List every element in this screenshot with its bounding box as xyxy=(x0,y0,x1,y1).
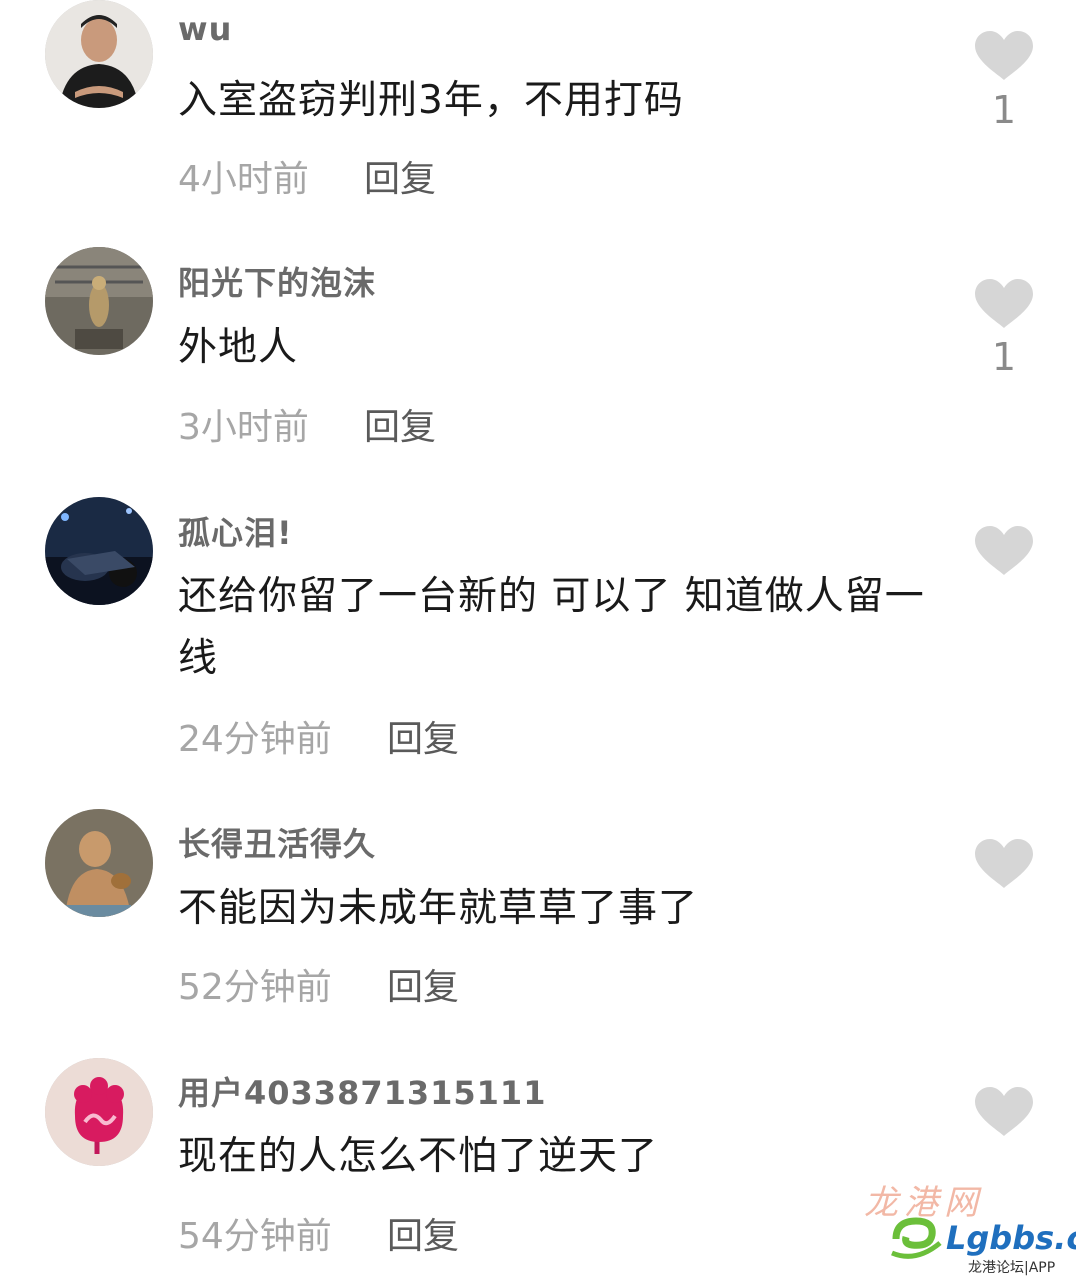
avatar[interactable] xyxy=(45,0,153,108)
like-count: 1 xyxy=(991,335,1017,379)
avatar[interactable] xyxy=(45,809,153,917)
watermark-subtitle: 龙港论坛|APP xyxy=(968,1260,1056,1276)
heart-icon xyxy=(975,31,1033,80)
username[interactable]: 孤心泪! xyxy=(178,508,293,554)
like-button[interactable] xyxy=(973,278,1035,330)
heart-icon xyxy=(975,279,1033,328)
comment-text: 还给你留了一台新的 可以了 知道做人留一线 xyxy=(178,574,925,681)
reply-button[interactable]: 回复 xyxy=(364,150,436,202)
comment-text: 外地人 xyxy=(178,325,299,370)
comment-text: 现在的人怎么不怕了逆天了 xyxy=(178,1134,659,1179)
like-count: 1 xyxy=(991,88,1017,132)
heart-icon xyxy=(975,526,1033,575)
comment-time: 4小时前 xyxy=(178,159,309,200)
watermark: 龙港网 Lgbbs.cn 龙港论坛|APP xyxy=(850,1175,1076,1279)
watermark-site: Lgbbs.cn xyxy=(946,1219,1076,1257)
comment-time: 24分钟前 xyxy=(178,719,332,760)
username[interactable]: 长得丑活得久 xyxy=(178,819,376,865)
username[interactable]: 用户4033871315111 xyxy=(178,1068,546,1114)
reply-button[interactable]: 回复 xyxy=(364,398,436,450)
heart-icon xyxy=(975,1087,1033,1136)
comment-text: 入室盗窃判刑3年，不用打码 xyxy=(178,78,684,123)
comment-text: 不能因为未成年就草草了事了 xyxy=(178,886,699,931)
like-button[interactable] xyxy=(973,1086,1035,1138)
like-button[interactable] xyxy=(973,30,1035,82)
like-button[interactable] xyxy=(973,525,1035,577)
comment-time: 52分钟前 xyxy=(178,967,332,1008)
reply-button[interactable]: 回复 xyxy=(387,710,459,762)
avatar[interactable] xyxy=(45,247,153,355)
username[interactable]: wu xyxy=(178,10,232,48)
reply-button[interactable]: 回复 xyxy=(387,958,459,1010)
avatar[interactable] xyxy=(45,1058,153,1166)
username[interactable]: 阳光下的泡沫 xyxy=(178,258,376,304)
comment-time: 3小时前 xyxy=(178,407,309,448)
heart-icon xyxy=(975,839,1033,888)
comment-time: 54分钟前 xyxy=(178,1216,332,1257)
like-button[interactable] xyxy=(973,838,1035,890)
watermark-logo-icon xyxy=(891,1217,942,1259)
reply-button[interactable]: 回复 xyxy=(387,1207,459,1259)
avatar[interactable] xyxy=(45,497,153,605)
